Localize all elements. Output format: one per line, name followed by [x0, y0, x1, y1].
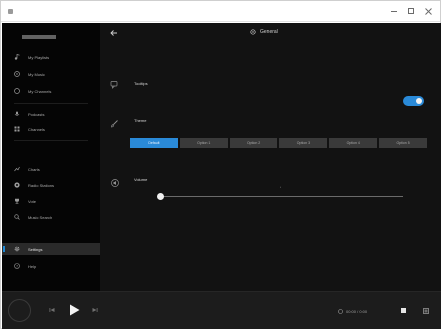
stop-button[interactable] [399, 306, 408, 315]
play-button[interactable] [66, 302, 82, 318]
sidebar-item-my-channels[interactable]: My Channels [2, 85, 100, 97]
player-bar: 00:00 / 0:00 [2, 291, 441, 329]
theme-option[interactable]: Option 2 [229, 138, 278, 148]
sidebar-item-label: Channels [28, 126, 45, 132]
tooltips-toggle[interactable] [403, 96, 424, 106]
arrow-left-icon [110, 30, 117, 36]
menu-icon [422, 307, 429, 314]
theme-label: Theme [134, 118, 147, 123]
sidebar: My Playlists My Music My Channels Podcas… [2, 23, 100, 291]
chart-icon [14, 166, 20, 172]
volume-label: Volume [134, 177, 148, 182]
app-content: My Playlists My Music My Channels Podcas… [2, 23, 441, 329]
sidebar-item-label: My Channels [28, 88, 52, 94]
sidebar-item-help[interactable]: ? Help [2, 260, 100, 272]
tooltip-icon [110, 80, 120, 90]
close-icon [424, 7, 432, 15]
theme-option[interactable]: Option 3 [279, 138, 328, 148]
playback-time: 00:00 / 0:00 [338, 309, 367, 314]
volume-slider[interactable] [157, 193, 403, 200]
sidebar-item-channels[interactable]: Channels [2, 123, 100, 135]
settings-pane: General Tooltips Theme Default Option 1 … [100, 23, 441, 291]
close-button[interactable] [423, 6, 433, 16]
minimize-icon [391, 10, 397, 12]
next-icon [92, 308, 98, 312]
help-icon: ? [14, 263, 20, 269]
trophy-icon [14, 198, 20, 204]
gear-icon [250, 29, 256, 35]
sidebar-divider [14, 140, 88, 141]
sidebar-item-music-search[interactable]: Music Search [2, 211, 100, 223]
maximize-icon [408, 8, 414, 14]
theme-option[interactable]: Option 4 [329, 138, 378, 148]
next-button[interactable] [90, 305, 100, 315]
grid-icon [14, 126, 20, 132]
sidebar-item-label: Charts [28, 166, 40, 172]
back-button[interactable] [109, 28, 119, 38]
previous-icon [49, 308, 55, 312]
toggle-knob [416, 98, 422, 104]
previous-button[interactable] [47, 305, 57, 315]
selection-indicator [3, 246, 5, 252]
sidebar-item-label: My Music [28, 71, 45, 77]
sidebar-item-label: Settings [28, 246, 43, 252]
gear-icon [14, 246, 20, 252]
disc-icon [14, 71, 20, 77]
radio-icon [14, 182, 20, 188]
svg-text:?: ? [16, 264, 18, 268]
menu-button[interactable] [421, 306, 430, 315]
title-bar [1, 1, 440, 22]
tooltips-label: Tooltips [134, 81, 148, 86]
volume-marker: • [280, 185, 282, 189]
theme-option-default[interactable]: Default [130, 138, 178, 148]
circle-icon [14, 88, 20, 94]
search-icon [14, 214, 20, 220]
theme-selector: Default Option 1 Option 2 Option 3 Optio… [130, 138, 427, 148]
maximize-button[interactable] [406, 6, 416, 16]
sidebar-item-my-music[interactable]: My Music [2, 68, 100, 80]
theme-option[interactable]: Option 5 [379, 138, 427, 148]
mic-icon [14, 111, 20, 117]
page-header: General [250, 29, 278, 35]
sidebar-item-label: Music Search [28, 214, 53, 220]
sidebar-divider [14, 103, 88, 104]
clock-icon [338, 309, 343, 314]
speaker-icon [110, 178, 120, 188]
sidebar-item-charts[interactable]: Charts [2, 163, 100, 175]
minimize-button[interactable] [389, 6, 399, 16]
app-logo-icon [8, 9, 13, 14]
sidebar-item-label: My Playlists [28, 54, 50, 60]
sidebar-item-my-playlists[interactable]: My Playlists [2, 51, 100, 63]
sidebar-item-label: Radio Stations [28, 182, 55, 188]
sidebar-item-settings[interactable]: Settings [2, 243, 100, 255]
sidebar-item-radio-stations[interactable]: Radio Stations [2, 179, 100, 191]
volume-slider-thumb[interactable] [157, 193, 164, 200]
sidebar-item-podcasts[interactable]: Podcasts [2, 108, 100, 120]
theme-option[interactable]: Option 1 [179, 138, 228, 148]
stop-icon [401, 308, 406, 313]
app-window: My Playlists My Music My Channels Podcas… [0, 0, 441, 329]
brush-icon [110, 119, 120, 129]
sidebar-item-label: Podcasts [28, 111, 45, 117]
music-note-icon [14, 54, 20, 60]
sidebar-item-label: Vote [28, 198, 37, 204]
sidebar-header [22, 35, 56, 39]
sidebar-item-label: Help [28, 263, 37, 269]
page-title: General [260, 29, 278, 35]
sidebar-item-vote[interactable]: Vote [2, 195, 100, 207]
play-icon [69, 304, 79, 316]
playback-time-text: 00:00 / 0:00 [346, 309, 368, 314]
album-art [8, 299, 31, 322]
